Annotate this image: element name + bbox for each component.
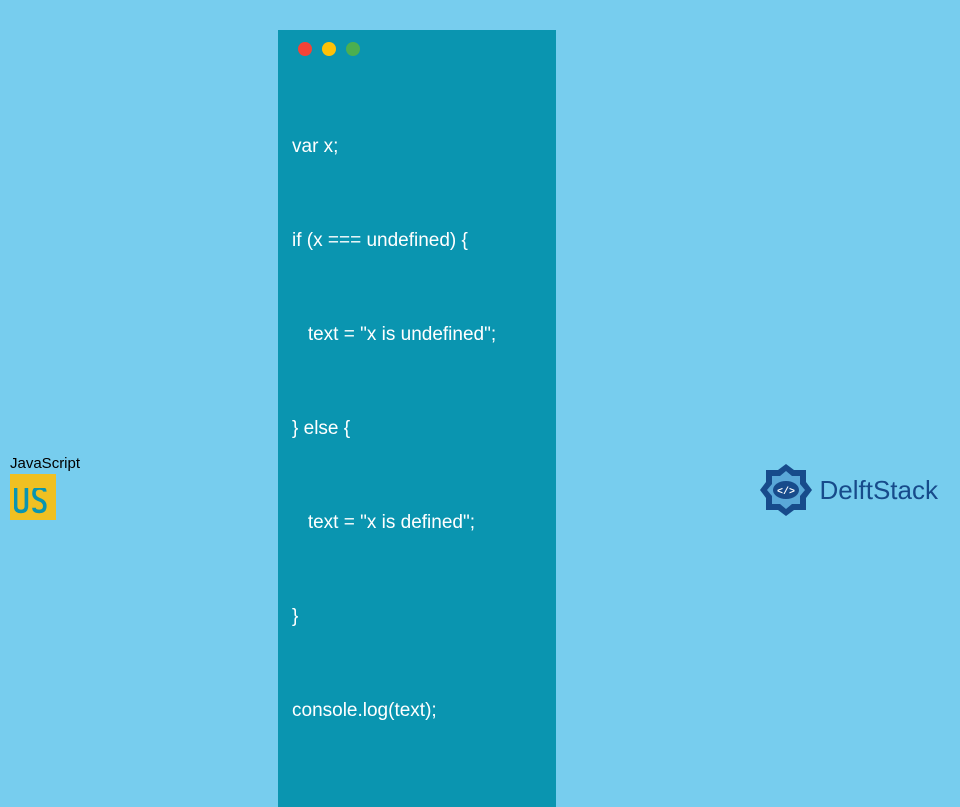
code-block: var x; if (x === undefined) { text = "x … [292, 68, 542, 789]
code-window: var x; if (x === undefined) { text = "x … [278, 30, 556, 807]
minimize-dot-icon [322, 42, 336, 56]
javascript-badge: JavaScript [10, 455, 80, 520]
delftstack-badge: </> DelftStack [758, 462, 939, 518]
window-traffic-lights [298, 42, 542, 56]
code-line: console.log(text); [292, 695, 542, 726]
code-line: text = "x is undefined"; [292, 319, 542, 350]
delftstack-logo-icon: </> [758, 462, 814, 518]
code-line: if (x === undefined) { [292, 225, 542, 256]
close-dot-icon [298, 42, 312, 56]
code-line: } else { [292, 413, 542, 444]
svg-text:</>: </> [776, 486, 794, 498]
delftstack-brand-text: DelftStack [820, 475, 939, 506]
code-line: text = "x is defined"; [292, 507, 542, 538]
maximize-dot-icon [346, 42, 360, 56]
javascript-label: JavaScript [10, 455, 80, 472]
code-line: var x; [292, 131, 542, 162]
javascript-logo-icon [10, 474, 56, 520]
code-line: } [292, 601, 542, 632]
